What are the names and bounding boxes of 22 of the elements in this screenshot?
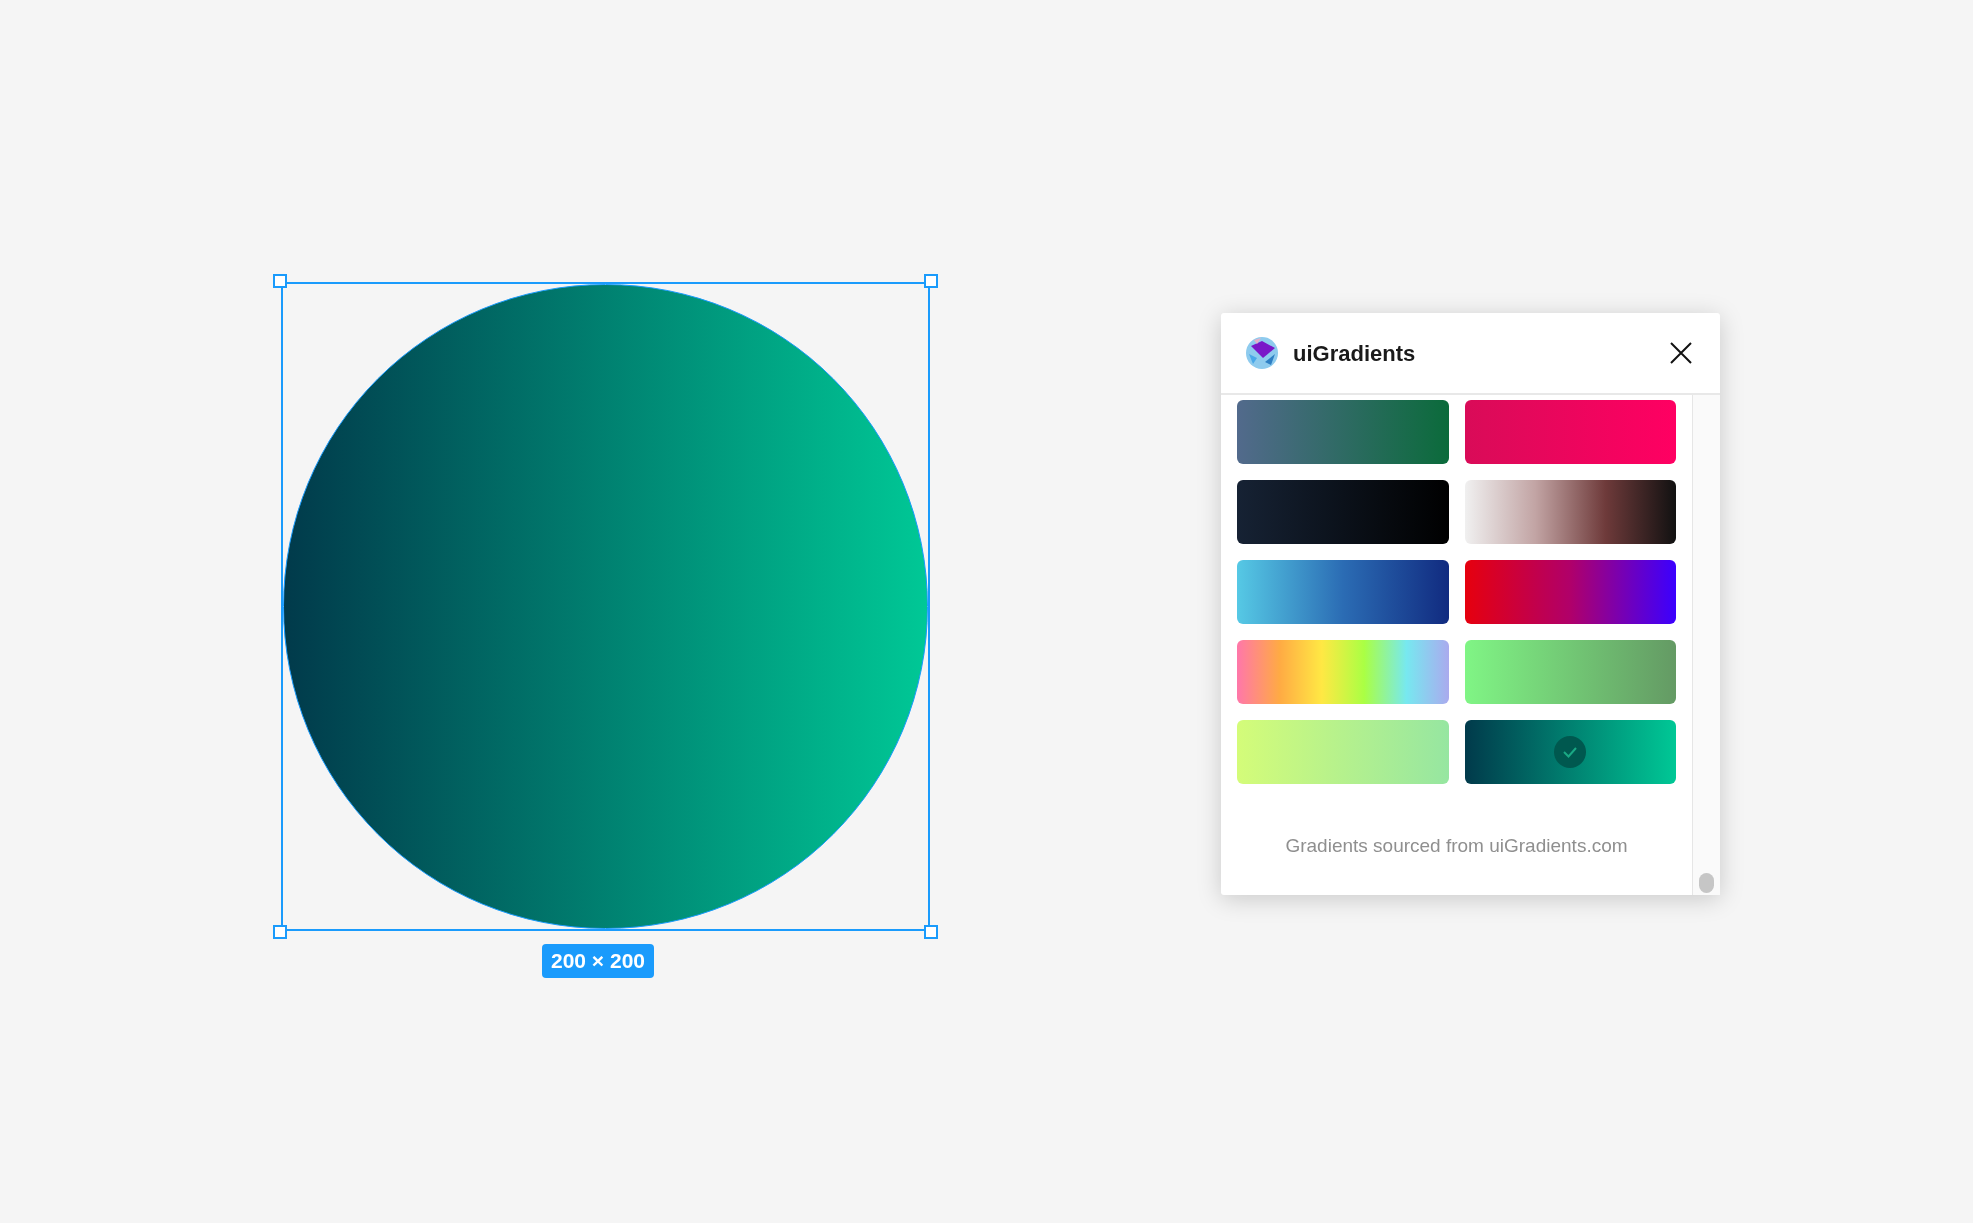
- sphere-logo-icon: [1245, 336, 1279, 370]
- gradient-swatch[interactable]: [1237, 720, 1449, 784]
- size-label: 200 × 200: [542, 944, 654, 978]
- panel-title: uiGradients: [1293, 339, 1416, 368]
- footer-text: Gradients sourced from uiGradients.com: [1284, 834, 1629, 858]
- close-icon: [1669, 341, 1693, 365]
- gradient-swatch[interactable]: [1464, 640, 1676, 704]
- gradient-swatch[interactable]: [1464, 560, 1676, 624]
- check-icon: [1554, 736, 1587, 768]
- gradient-swatch[interactable]: [1237, 400, 1449, 464]
- gradient-swatch[interactable]: [1237, 480, 1449, 544]
- gradient-swatch[interactable]: [1464, 480, 1676, 544]
- resize-handle[interactable]: [273, 274, 287, 288]
- gradient-swatch[interactable]: [1464, 720, 1676, 784]
- gradient-swatch[interactable]: [1237, 560, 1449, 624]
- scrollbar[interactable]: [1692, 395, 1720, 895]
- resize-handle[interactable]: [924, 925, 938, 939]
- gradient-swatch[interactable]: [1464, 400, 1676, 464]
- scrollbar-thumb[interactable]: [1699, 873, 1714, 893]
- gradient-swatch[interactable]: [1237, 640, 1449, 704]
- resize-handle[interactable]: [273, 925, 287, 939]
- resize-handle[interactable]: [924, 274, 938, 288]
